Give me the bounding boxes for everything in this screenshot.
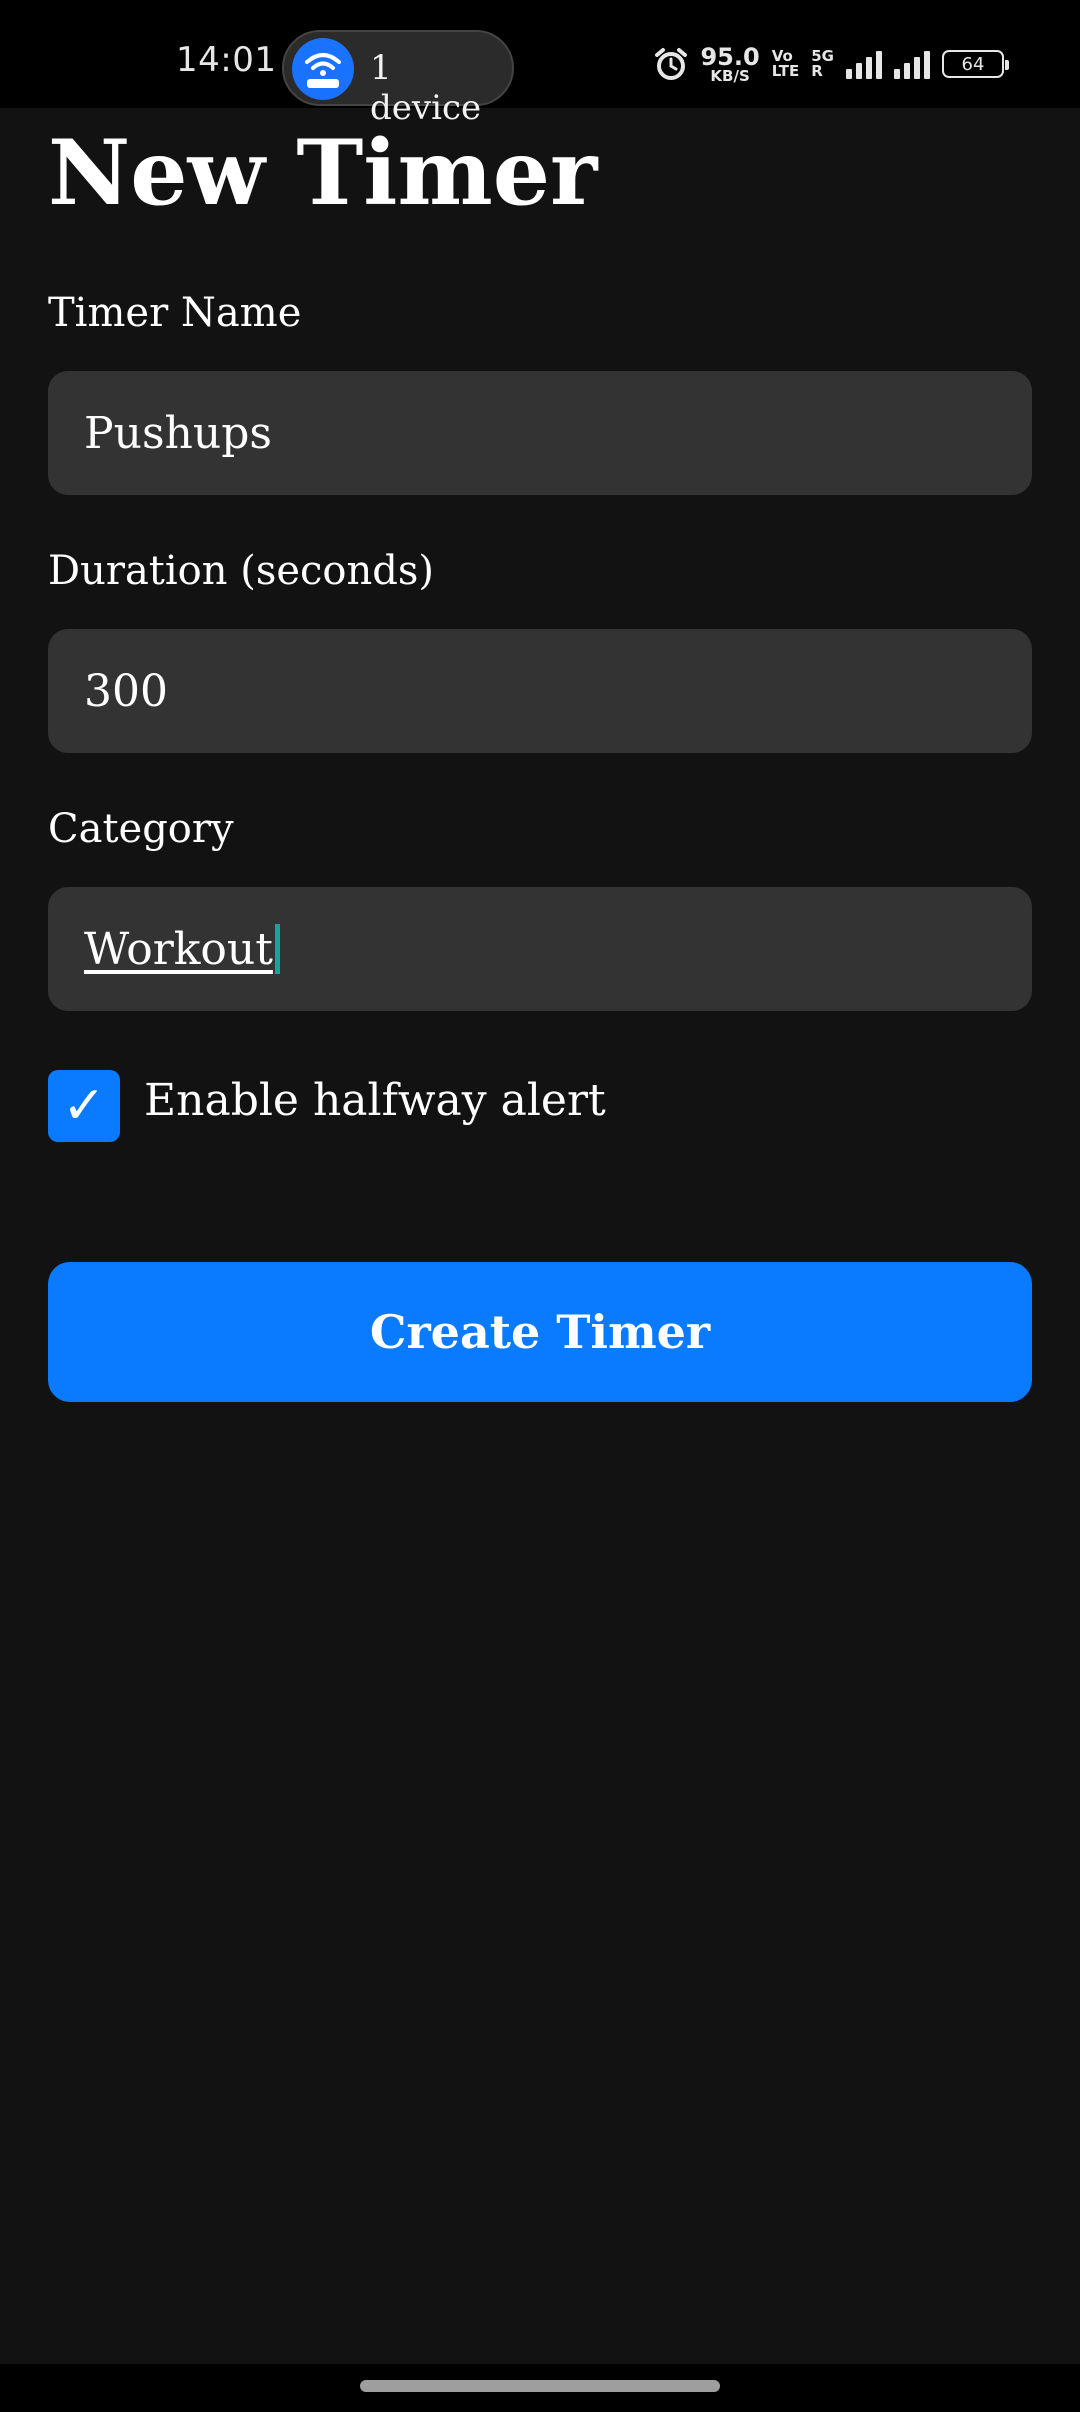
net-speed-value: 95.0 [700,42,760,71]
network-bottom: R [811,62,823,80]
network-type: 5G R [811,49,834,79]
text-caret [274,924,280,974]
battery-icon: 64 [942,50,1009,78]
category-value: Workout [84,923,273,975]
alarm-icon [655,48,688,80]
timer-name-label: Timer Name [48,290,302,336]
volte-bottom: LTE [771,62,800,80]
timer-name-input[interactable]: Pushups [48,371,1032,495]
duration-value: 300 [84,665,168,717]
checkmark-icon: ✓ [62,1076,106,1136]
status-time: 14:01 [176,40,277,80]
net-speed-unit: KB/S [710,66,750,85]
net-speed: 95.0 KB/S [700,45,759,84]
battery-level: 64 [961,53,985,75]
duration-input[interactable]: 300 [48,629,1032,753]
create-timer-button[interactable]: Create Timer [48,1262,1032,1402]
category-input[interactable]: Workout [48,887,1032,1011]
home-indicator[interactable] [360,2380,720,2392]
page-title: New Timer [48,120,598,226]
status-icons: 95.0 KB/S Vo LTE 5G R 64 [654,44,1009,84]
signal-icon [846,49,882,79]
halfway-alert-label[interactable]: Enable halfway alert [144,1075,606,1126]
category-label: Category [48,806,234,852]
halfway-alert-checkbox[interactable]: ✓ [48,1070,120,1142]
hotspot-icon [292,38,354,100]
navigation-bar [0,2364,1080,2412]
timer-name-value: Pushups [84,407,272,459]
signal-icon [894,49,930,79]
hotspot-indicator[interactable]: 1 device [282,30,514,128]
status-bar: 14:01 1 device 95.0 KB/S Vo LTE 5G R 64 [0,0,1080,128]
hotspot-label: 1 device [370,48,482,128]
volte-indicator: Vo LTE [772,49,800,79]
duration-label: Duration (seconds) [48,548,435,594]
